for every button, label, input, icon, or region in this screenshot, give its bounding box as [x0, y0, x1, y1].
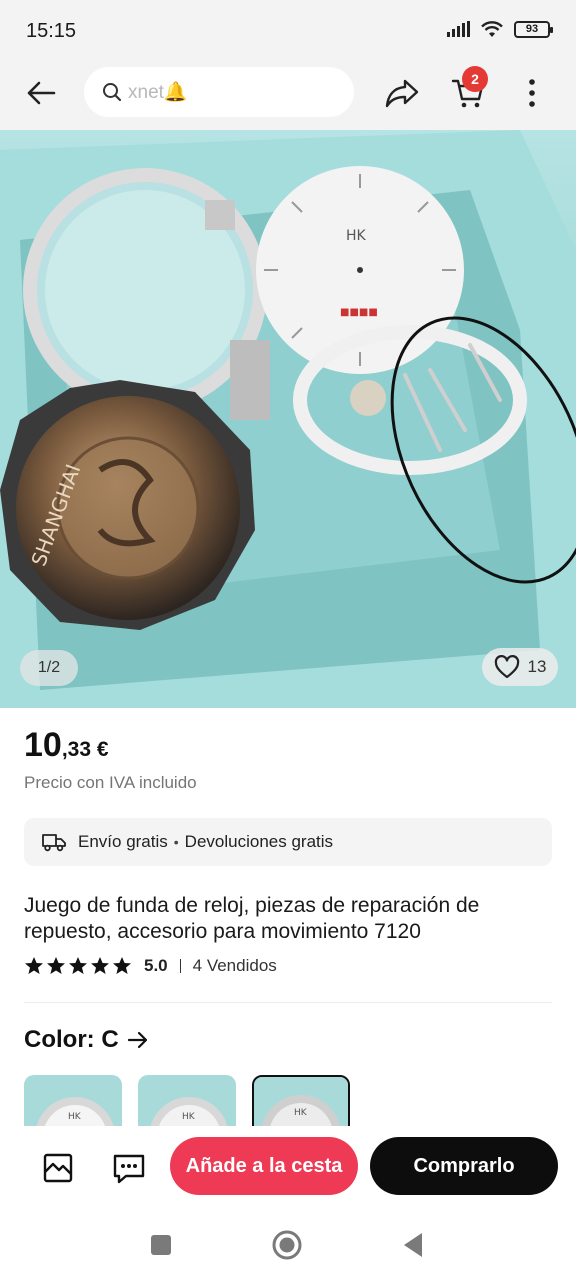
rating-row[interactable]: 5.0 4 Vendidos: [24, 956, 277, 976]
share-button[interactable]: [380, 72, 424, 114]
heart-icon: [494, 655, 519, 679]
shipping-info[interactable]: Envío gratis • Devoluciones gratis: [24, 818, 552, 866]
color-selector-header[interactable]: Color: C: [24, 1026, 149, 1054]
bottom-action-bar: Añade a la cesta Comprarlo: [0, 1126, 576, 1210]
cart-count-badge: 2: [462, 66, 488, 92]
star-icon: [25, 957, 43, 974]
star-icon: [91, 957, 109, 974]
system-nav-bar: [0, 1210, 576, 1280]
product-title: Juego de funda de reloj, piezas de repar…: [24, 894, 480, 943]
search-input[interactable]: xnet🔔: [84, 67, 354, 117]
store-icon: [43, 1153, 73, 1183]
star-icon: [69, 957, 87, 974]
status-icons: 93: [447, 20, 553, 38]
product-photo: HK ■■■■ SHANGHAI: [0, 130, 576, 708]
recent-apps-icon[interactable]: [150, 1234, 172, 1256]
back-nav-icon[interactable]: [402, 1232, 424, 1258]
section-divider: [24, 1002, 552, 1003]
top-nav: xnet🔔 2: [0, 62, 576, 130]
home-icon[interactable]: [272, 1230, 302, 1260]
free-returns-text: Devoluciones gratis: [184, 832, 334, 851]
rating-divider: [179, 959, 181, 973]
color-label: Color: C: [24, 1026, 119, 1053]
price-integer: 10: [24, 726, 62, 764]
star-icon: [47, 957, 65, 974]
svg-text:HK: HK: [294, 1108, 308, 1118]
shipping-separator: •: [173, 834, 179, 850]
thumb-image: HK: [254, 1077, 348, 1127]
buy-now-button[interactable]: Comprarlo: [370, 1137, 558, 1195]
more-button[interactable]: [516, 72, 548, 114]
truck-icon: [42, 834, 66, 852]
svg-text:HK: HK: [346, 228, 367, 244]
add-to-cart-button[interactable]: Añade a la cesta: [170, 1137, 358, 1195]
svg-text:HK: HK: [68, 1112, 82, 1122]
like-count: 13: [527, 657, 547, 676]
status-bar: 15:15 93: [0, 0, 576, 62]
like-button[interactable]: 13: [482, 648, 558, 686]
image-counter: 1/2: [20, 650, 78, 686]
back-arrow-icon: [27, 81, 56, 105]
color-option-c[interactable]: HK: [252, 1075, 350, 1129]
star-icon: [113, 957, 131, 974]
share-icon: [385, 79, 419, 108]
more-icon: [529, 79, 535, 107]
signal-icon: [447, 21, 470, 37]
price: 10 ,33 €: [24, 726, 109, 765]
svg-text:HK: HK: [182, 1112, 196, 1122]
status-time: 15:15: [26, 20, 77, 42]
rating-score: 5.0: [144, 956, 168, 975]
wifi-icon: [481, 21, 503, 37]
color-option-a[interactable]: HK: [24, 1075, 122, 1129]
chat-icon: [113, 1154, 145, 1184]
color-options: HK HK HK: [24, 1075, 350, 1129]
battery-icon: 93: [514, 20, 553, 38]
vat-note: Precio con IVA incluido: [24, 773, 197, 792]
store-button[interactable]: [38, 1148, 78, 1188]
thumb-image: HK: [26, 1077, 120, 1127]
svg-text:■■■■: ■■■■: [340, 307, 378, 318]
search-text: xnet🔔: [128, 82, 188, 103]
search-icon: [103, 83, 122, 102]
arrow-right-icon: [127, 1031, 147, 1049]
free-shipping-text: Envío gratis: [78, 832, 168, 851]
thumb-image: HK: [140, 1077, 234, 1127]
sold-count: 4 Vendidos: [192, 956, 277, 975]
product-image[interactable]: HK ■■■■ SHANGHAI 1/2 13: [0, 130, 576, 708]
star-rating: [24, 956, 132, 976]
back-button[interactable]: [20, 72, 62, 114]
price-decimal: ,33 €: [61, 738, 109, 761]
chat-button[interactable]: [109, 1148, 149, 1188]
color-option-b[interactable]: HK: [138, 1075, 236, 1129]
